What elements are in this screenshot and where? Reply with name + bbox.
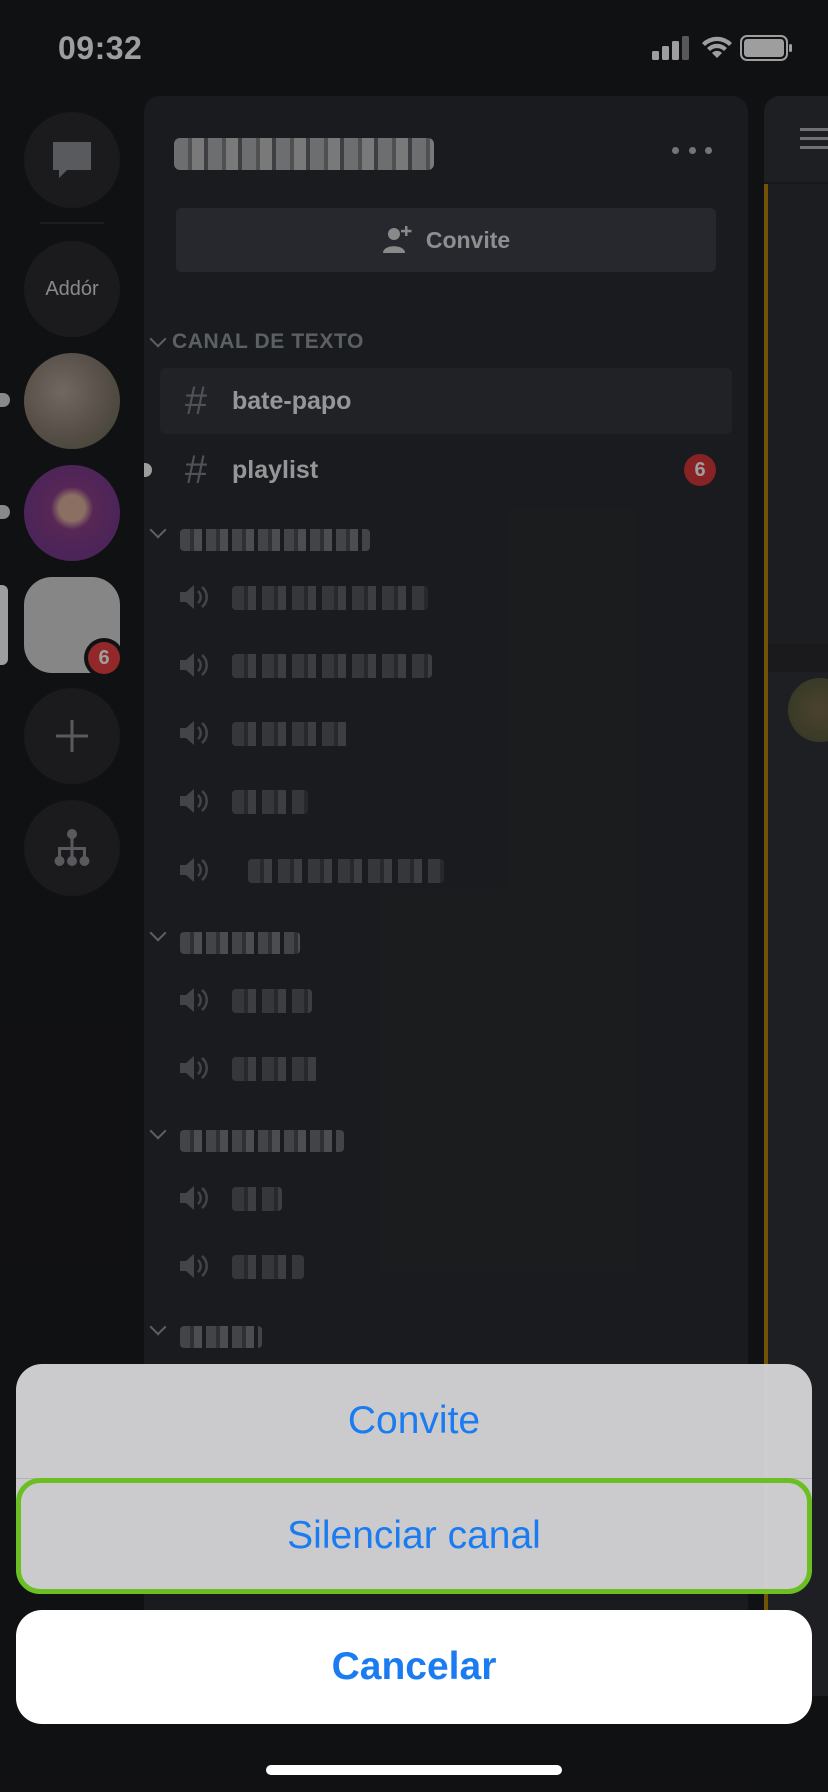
home-indicator[interactable] bbox=[266, 1765, 562, 1775]
action-cancel-button[interactable]: Cancelar bbox=[16, 1610, 812, 1724]
action-invite-button[interactable]: Convite bbox=[16, 1364, 812, 1478]
highlight-outline bbox=[16, 1478, 812, 1594]
